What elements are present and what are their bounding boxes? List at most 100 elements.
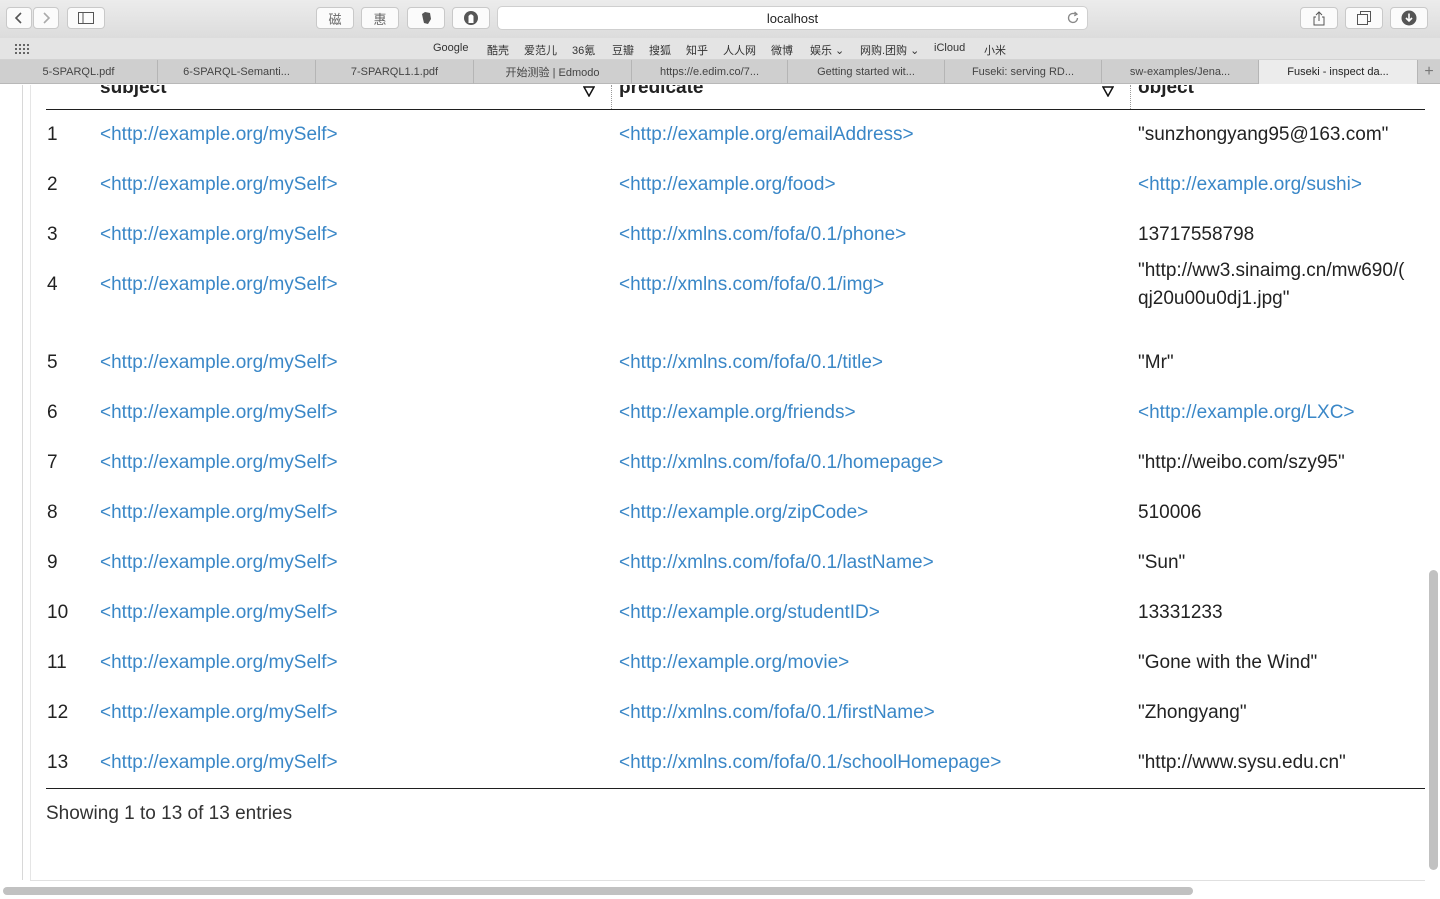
row-number: 3 [47, 224, 58, 245]
predicate-link[interactable]: <http://example.org/movie> [619, 649, 849, 677]
column-separator [611, 85, 612, 109]
url-text: localhost [766, 10, 819, 26]
tab-fuseki-inspect[interactable]: Fuseki - inspect da... [1259, 60, 1418, 84]
predicate-link[interactable]: <http://xmlns.com/fofa/0.1/firstName> [619, 699, 935, 727]
tabs-overview-button[interactable] [1345, 7, 1383, 29]
ext-button-2[interactable]: 惠 [361, 7, 399, 29]
predicate-link[interactable]: <http://example.org/zipCode> [619, 499, 868, 527]
predicate-link[interactable]: <http://example.org/food> [619, 171, 836, 199]
tab-label: 5-SPARQL.pdf [42, 66, 115, 78]
downloads-button[interactable] [1390, 7, 1428, 29]
tab-label: Fuseki: serving RD... [971, 66, 1075, 78]
share-button[interactable] [1300, 7, 1338, 29]
favorite-zhihu[interactable]: 知乎 [686, 42, 708, 58]
subject-link[interactable]: <http://example.org/mySelf> [100, 449, 338, 477]
ghostery-button[interactable] [452, 7, 490, 29]
subject-link[interactable]: <http://example.org/mySelf> [100, 399, 338, 427]
ext-button-1[interactable]: 磁 [316, 7, 354, 29]
favorite-kuke[interactable]: 酷壳 [487, 42, 509, 58]
favorite-weibo[interactable]: 微博 [771, 42, 793, 58]
column-header-object[interactable]: object [1138, 85, 1194, 99]
tab-label: 开始测验 | Edmodo [505, 67, 600, 79]
favorite-shopping-menu[interactable]: 网购.团购 ⌄ [860, 42, 919, 58]
subject-link[interactable]: <http://example.org/mySelf> [100, 649, 338, 677]
page-content: subject predicate object 1 <http://exampl… [0, 85, 1440, 899]
subject-link[interactable]: <http://example.org/mySelf> [100, 499, 338, 527]
horizontal-scrollbar-thumb[interactable] [3, 887, 1193, 895]
object-link[interactable]: <http://example.org/LXC> [1138, 399, 1355, 427]
object-value: "sunzhongyang95@163.com" [1138, 124, 1389, 145]
favorite-renren[interactable]: 人人网 [723, 42, 756, 58]
object-value: 510006 [1138, 502, 1202, 523]
sort-icon[interactable] [1102, 85, 1114, 97]
subject-link[interactable]: <http://example.org/mySelf> [100, 271, 338, 299]
row-number: 13 [47, 752, 69, 773]
tab-edim[interactable]: https://e.edim.co/7... [632, 60, 788, 84]
subject-link[interactable]: <http://example.org/mySelf> [100, 171, 338, 199]
predicate-link[interactable]: <http://xmlns.com/fofa/0.1/img> [619, 271, 884, 299]
back-button[interactable] [6, 7, 32, 29]
subject-link[interactable]: <http://example.org/mySelf> [100, 221, 338, 249]
vertical-scrollbar-thumb[interactable] [1429, 570, 1438, 870]
favorite-sohu[interactable]: 搜狐 [649, 42, 671, 58]
row-number: 1 [47, 124, 58, 145]
sort-icon[interactable] [583, 85, 595, 97]
table-info: Showing 1 to 13 of 13 entries [46, 803, 293, 824]
predicate-link[interactable]: <http://xmlns.com/fofa/0.1/phone> [619, 221, 906, 249]
tab-label: Fuseki - inspect da... [1287, 66, 1389, 78]
frame-border [22, 85, 23, 880]
reload-icon[interactable] [1066, 11, 1080, 25]
tab-bar: 5-SPARQL.pdf 6-SPARQL-Semanti... 7-SPARQ… [0, 60, 1440, 84]
row-number: 9 [47, 552, 58, 573]
evernote-button[interactable] [407, 7, 445, 29]
address-bar[interactable]: localhost [497, 6, 1088, 30]
row-number: 2 [47, 174, 58, 195]
subject-link[interactable]: <http://example.org/mySelf> [100, 549, 338, 577]
grid-icon[interactable] [15, 44, 31, 54]
favorite-ifanr[interactable]: 爱范儿 [524, 42, 557, 58]
row-number: 4 [47, 274, 58, 295]
chevron-right-icon [43, 12, 51, 24]
favorite-xiaomi[interactable]: 小米 [984, 42, 1006, 58]
tab-fuseki-serving[interactable]: Fuseki: serving RD... [945, 60, 1102, 84]
subject-link[interactable]: <http://example.org/mySelf> [100, 749, 338, 777]
evernote-icon [422, 12, 431, 24]
object-value: "Mr" [1138, 352, 1174, 373]
forward-button[interactable] [33, 7, 59, 29]
favorite-google[interactable]: Google [433, 42, 468, 54]
predicate-link[interactable]: <http://example.org/studentID> [619, 599, 880, 627]
ext-button-2-label: 惠 [373, 11, 387, 27]
column-header-predicate[interactable]: predicate [619, 85, 703, 99]
tab-getting-started[interactable]: Getting started wit... [788, 60, 945, 84]
predicate-link[interactable]: <http://xmlns.com/fofa/0.1/lastName> [619, 549, 934, 577]
subject-link[interactable]: <http://example.org/mySelf> [100, 599, 338, 627]
predicate-link[interactable]: <http://xmlns.com/fofa/0.1/schoolHomepag… [619, 749, 1001, 777]
predicate-link[interactable]: <http://example.org/emailAddress> [619, 121, 914, 149]
subject-link[interactable]: <http://example.org/mySelf> [100, 699, 338, 727]
subject-link[interactable]: <http://example.org/mySelf> [100, 349, 338, 377]
predicate-link[interactable]: <http://example.org/friends> [619, 399, 856, 427]
share-icon [1313, 10, 1325, 25]
object-value: 13717558798 [1138, 224, 1255, 245]
predicate-link[interactable]: <http://xmlns.com/fofa/0.1/title> [619, 349, 883, 377]
tab-5-sparql[interactable]: 5-SPARQL.pdf [0, 60, 158, 84]
tab-sw-examples[interactable]: sw-examples/Jena... [1102, 60, 1259, 84]
object-value: "http://ww3.sinaimg.cn/mw690/( [1138, 260, 1405, 281]
object-link[interactable]: <http://example.org/sushi> [1138, 171, 1362, 199]
tab-edmodo[interactable]: 开始测验 | Edmodo [474, 60, 632, 84]
favorite-36kr[interactable]: 36氪 [572, 42, 595, 58]
plus-icon: + [1424, 63, 1434, 80]
favorite-entertainment-menu[interactable]: 娱乐 ⌄ [810, 42, 844, 58]
tab-7-sparql11[interactable]: 7-SPARQL1.1.pdf [316, 60, 474, 84]
object-value: "Zhongyang" [1138, 702, 1247, 723]
favorite-douban[interactable]: 豆瓣 [612, 42, 634, 58]
predicate-link[interactable]: <http://xmlns.com/fofa/0.1/homepage> [619, 449, 943, 477]
favorite-icloud[interactable]: iCloud [934, 42, 965, 54]
table-bottom-rule [46, 788, 1425, 789]
new-tab-button[interactable]: + [1418, 60, 1440, 84]
column-header-subject[interactable]: subject [100, 85, 167, 99]
sidebar-button[interactable] [67, 7, 105, 29]
tab-label: sw-examples/Jena... [1129, 66, 1231, 78]
subject-link[interactable]: <http://example.org/mySelf> [100, 121, 338, 149]
tab-6-sparql-semantic[interactable]: 6-SPARQL-Semanti... [158, 60, 316, 84]
